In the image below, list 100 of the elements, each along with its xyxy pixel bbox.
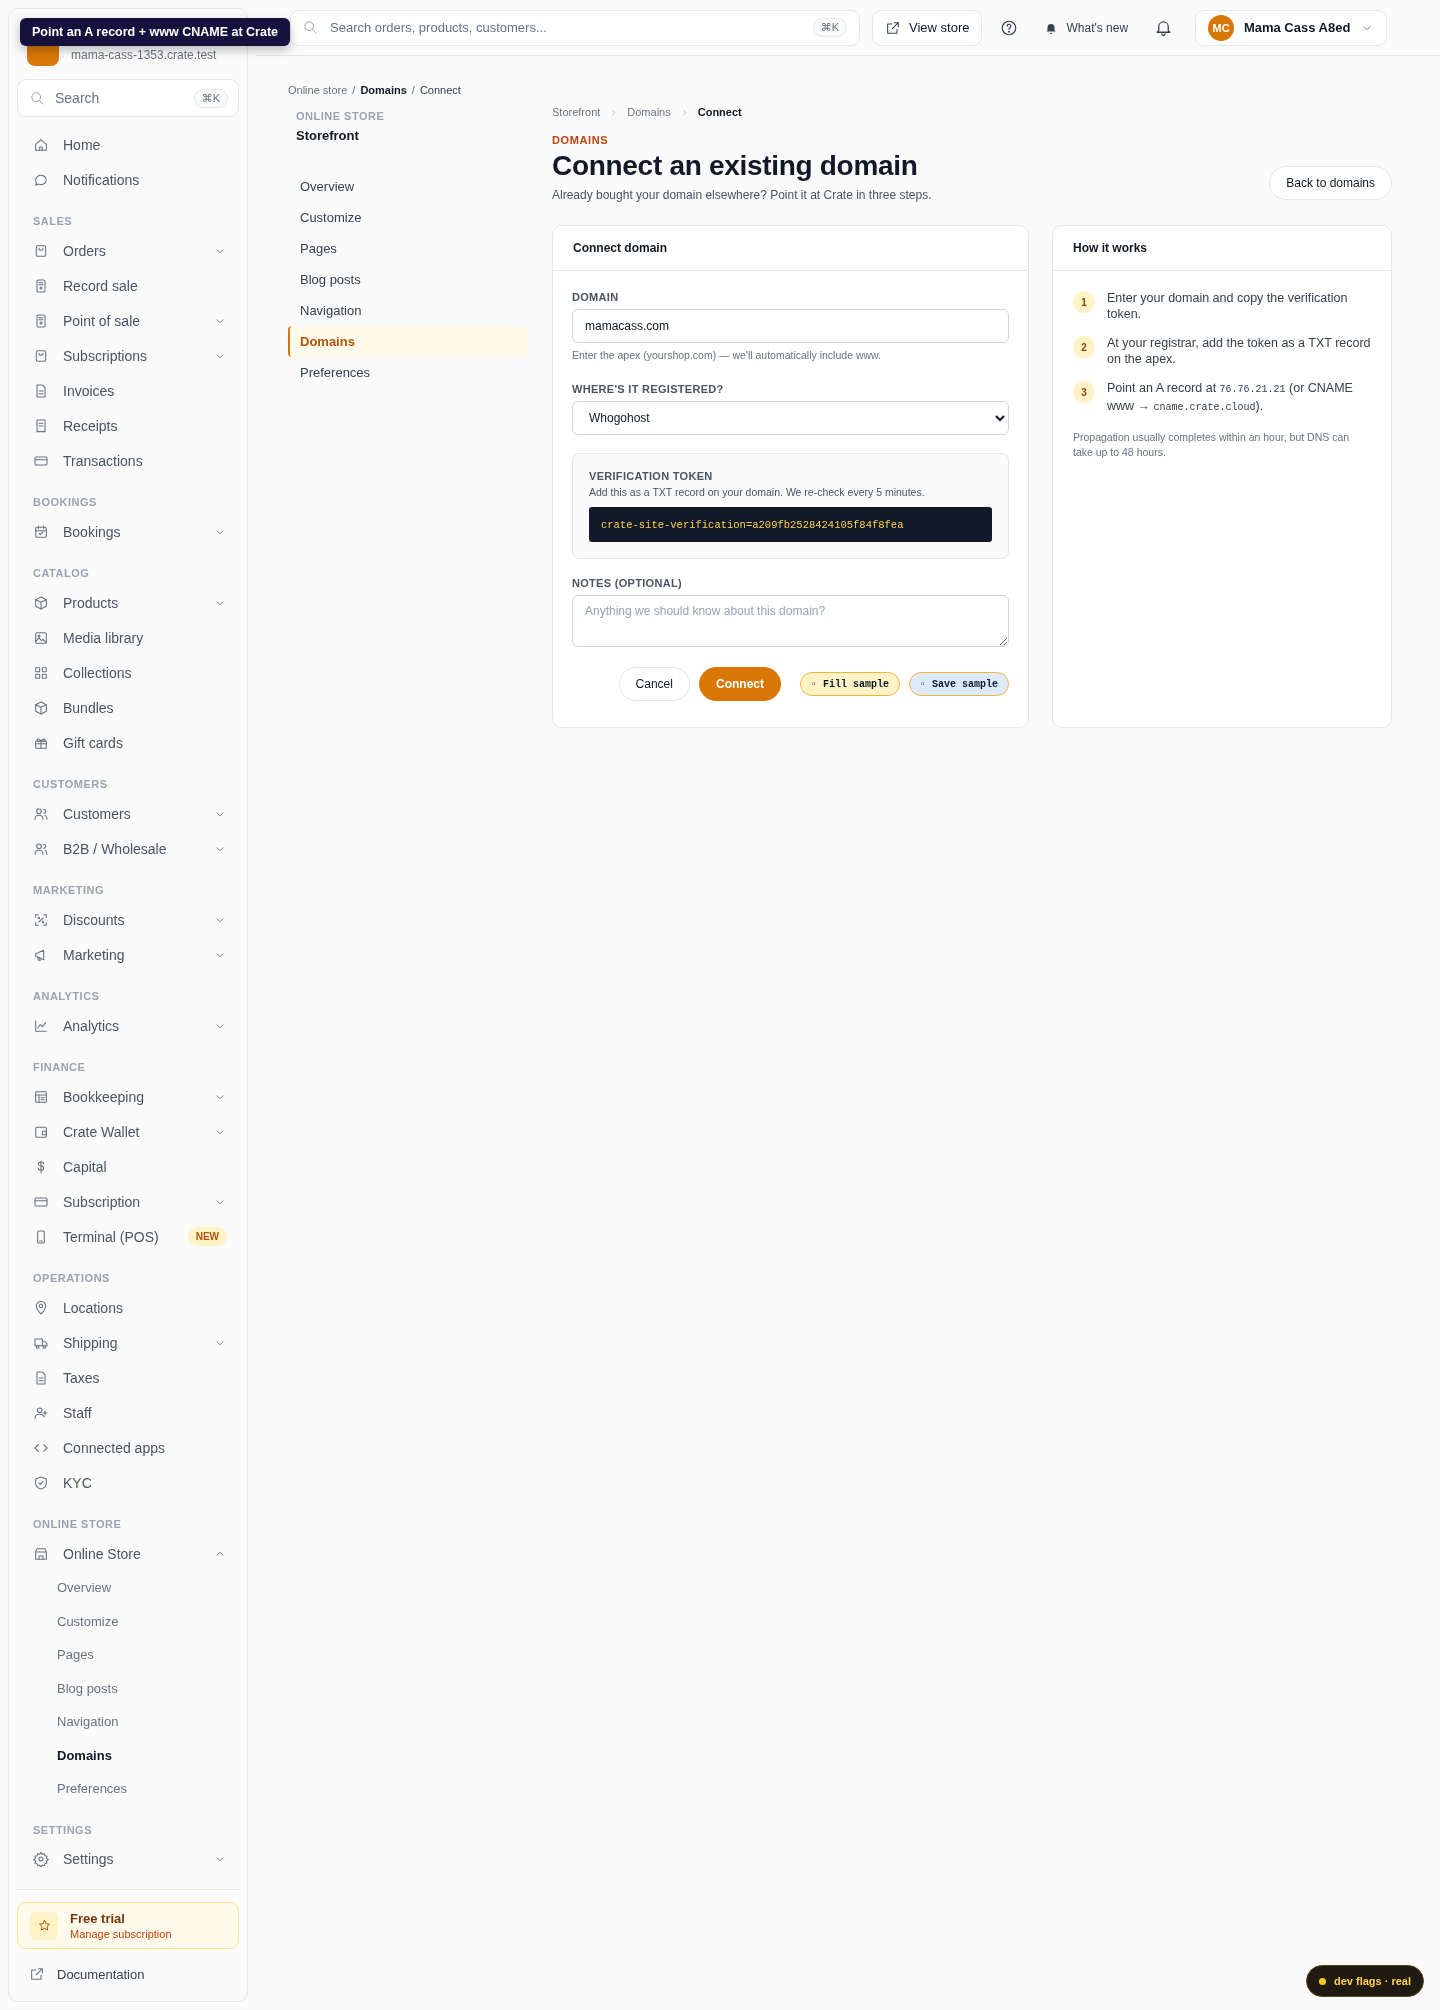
- sidebar-item[interactable]: Online Store: [17, 1536, 239, 1571]
- domain-input[interactable]: mamacass.com: [572, 309, 1009, 343]
- sidebar-item[interactable]: Settings: [17, 1841, 239, 1877]
- nav-item[interactable]: Pages: [288, 233, 528, 264]
- sidebar-item[interactable]: Locations: [17, 1290, 239, 1325]
- section-heading: FINANCE: [32, 1060, 87, 1075]
- sidebar-item[interactable]: Products: [17, 585, 239, 620]
- section-heading: ONLINE STORE: [32, 1517, 123, 1532]
- store-logo: [27, 44, 59, 66]
- help-icon: [1000, 18, 1019, 37]
- breadcrumb-link[interactable]: Connect: [419, 84, 461, 96]
- cancel-button[interactable]: Cancel: [618, 667, 690, 701]
- view-store-button[interactable]: View store: [872, 9, 983, 46]
- section-heading: BOOKINGS: [32, 495, 98, 510]
- sidebar-item[interactable]: Analytics: [17, 1008, 239, 1043]
- sidebar-subitem[interactable]: Blog posts: [17, 1671, 239, 1705]
- breadcrumb-separator: /: [411, 84, 415, 96]
- breadcrumb-link[interactable]: Online store: [288, 84, 348, 96]
- breadcrumb-separator: /: [352, 84, 356, 96]
- new-badge: NEW: [187, 1227, 227, 1246]
- breadcrumb-link[interactable]: Domains: [360, 84, 407, 96]
- sidebar-item[interactable]: Terminal (POS) NEW: [17, 1219, 239, 1254]
- sidebar-item[interactable]: Bundles: [17, 690, 239, 725]
- sidebar-item[interactable]: Customers: [17, 796, 239, 831]
- sidebar-subitem[interactable]: Navigation: [17, 1705, 239, 1739]
- sidebar-item[interactable]: Transactions: [17, 443, 239, 478]
- bag-icon: [33, 242, 49, 259]
- dev-flags-pill[interactable]: dev flags · real: [1305, 1965, 1424, 1997]
- sidebar-item[interactable]: Marketing: [17, 937, 239, 972]
- nav-item[interactable]: Navigation: [288, 295, 528, 326]
- free-trial-card[interactable]: Free trial Manage subscription: [17, 1902, 239, 1949]
- nav-item[interactable]: Customize: [288, 202, 528, 233]
- image-icon: [33, 629, 49, 646]
- nav-item[interactable]: Blog posts: [288, 264, 528, 295]
- bag-icon: [33, 347, 49, 364]
- sidebar-item[interactable]: Home: [17, 127, 239, 162]
- sidebar-item[interactable]: Collections: [17, 655, 239, 690]
- sidebar-subitem[interactable]: Pages: [17, 1638, 239, 1672]
- sidebar-item[interactable]: Receipts: [17, 408, 239, 443]
- breadcrumb-link[interactable]: Domains: [627, 106, 671, 118]
- sidebar-item[interactable]: KYC: [17, 1465, 239, 1500]
- section-heading: CUSTOMERS: [32, 777, 109, 792]
- documentation-link[interactable]: Documentation: [17, 1957, 239, 1991]
- sidebar-item[interactable]: Orders: [17, 233, 239, 268]
- fill-sample-button[interactable]: ▫ Fill sample: [799, 672, 900, 696]
- sidebar-item[interactable]: Staff: [17, 1395, 239, 1430]
- field-help: Enter the apex (yourshop.com) — we'll automatically include www.: [572, 349, 882, 361]
- notes-input[interactable]: Anything we should know about this domain?: [572, 595, 1009, 647]
- page-eyebrow: DOMAINS: [552, 134, 610, 146]
- account-menu[interactable]: MC Mama Cass A8ed: [1195, 9, 1388, 46]
- settings-icon: [33, 1851, 49, 1867]
- section-heading: SALES: [32, 214, 74, 229]
- search-field[interactable]: Search ⌘K: [17, 79, 239, 117]
- store-subdomain: mama-cass-1353.crate.test: [71, 48, 217, 62]
- search-icon: [30, 90, 45, 106]
- nav-item[interactable]: Domains: [288, 326, 528, 357]
- sidebar-item[interactable]: Notifications: [17, 162, 239, 197]
- sidebar-item[interactable]: Record sale: [17, 268, 239, 303]
- document-icon: [33, 382, 49, 399]
- sidebar-subitem[interactable]: Preferences: [17, 1772, 239, 1806]
- section-heading: ANALYTICS: [32, 989, 101, 1004]
- save-sample-button[interactable]: ▫ Save sample: [909, 672, 1009, 696]
- manage-subscription-link[interactable]: Manage subscription: [70, 1928, 172, 1940]
- sidebar-item[interactable]: Crate Wallet: [17, 1114, 239, 1149]
- breadcrumb-link[interactable]: Storefront: [552, 106, 601, 118]
- global-search-field[interactable]: Search orders, products, customers... ⌘K: [290, 9, 860, 46]
- back-button[interactable]: Back to domains: [1269, 166, 1392, 200]
- sidebar-item[interactable]: Capital: [17, 1149, 239, 1184]
- sidebar-item[interactable]: Media library: [17, 620, 239, 655]
- nav-item[interactable]: Preferences: [288, 357, 528, 388]
- sidebar-item[interactable]: Invoices: [17, 373, 239, 408]
- page-title: Connect an existing domain: [552, 150, 919, 182]
- sidebar-item[interactable]: Subscriptions: [17, 338, 239, 373]
- sidebar-item[interactable]: Discounts: [17, 902, 239, 937]
- page-subtitle: Already bought your domain elsewhere? Point it at Crate in three steps.: [552, 188, 932, 202]
- nav-item[interactable]: Overview: [288, 171, 528, 202]
- trial-title: Free trial: [70, 1911, 126, 1926]
- breadcrumb-link[interactable]: Connect: [697, 106, 742, 118]
- step-text: Enter your domain and copy the verification token.: [1107, 290, 1349, 322]
- sidebar-item[interactable]: Subscription: [17, 1184, 239, 1219]
- sidebar-item[interactable]: Connected apps: [17, 1430, 239, 1465]
- search-icon: [303, 20, 318, 35]
- cube-icon: [33, 594, 49, 611]
- sidebar-item[interactable]: Taxes: [17, 1360, 239, 1395]
- store-icon: [33, 1545, 49, 1562]
- section-heading: MARKETING: [32, 883, 106, 898]
- registrar-select[interactable]: Whogohost: [572, 401, 1009, 435]
- sidebar-subitem[interactable]: Overview: [17, 1571, 239, 1605]
- sidebar-subitem[interactable]: Customize: [17, 1604, 239, 1638]
- token-code: crate-site-verification=a209fb2528424105f84f8fea: [589, 507, 992, 542]
- sidebar-item[interactable]: Bookkeeping: [17, 1079, 239, 1114]
- shield-icon: [33, 1474, 49, 1491]
- whats-new-button[interactable]: What's new: [1036, 11, 1137, 44]
- sidebar-item[interactable]: Shipping: [17, 1325, 239, 1360]
- sidebar-subitem[interactable]: Domains: [17, 1738, 239, 1772]
- step-number: 1: [1073, 291, 1095, 313]
- sidebar-item[interactable]: Bookings: [17, 514, 239, 549]
- sidebar-item[interactable]: B2B / Wholesale: [17, 831, 239, 866]
- sidebar-item[interactable]: Point of sale: [17, 303, 239, 338]
- sidebar-item[interactable]: Gift cards: [17, 725, 239, 760]
